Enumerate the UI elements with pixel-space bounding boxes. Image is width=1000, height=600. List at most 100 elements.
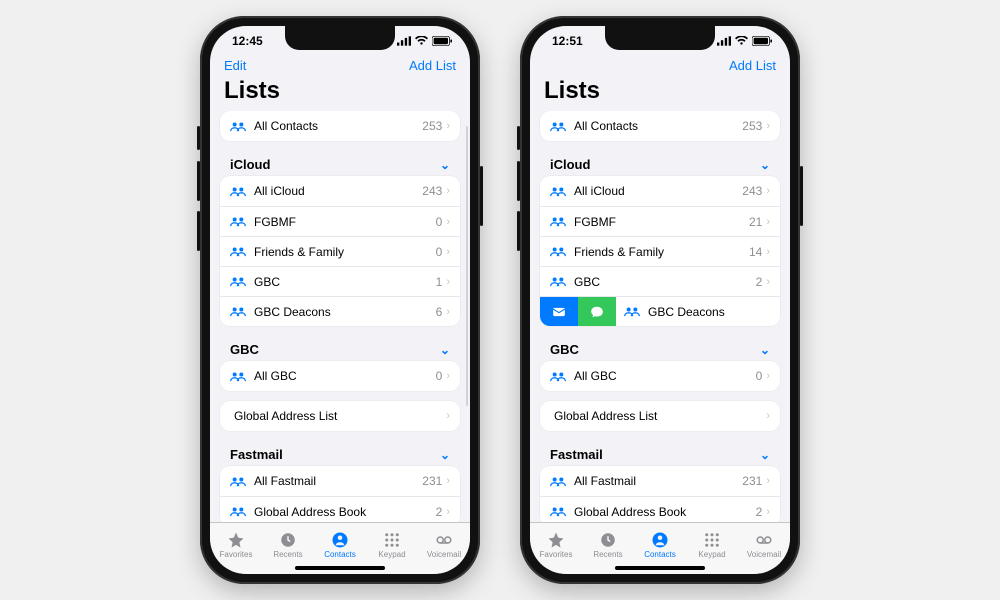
wifi-icon xyxy=(415,36,428,46)
people-icon xyxy=(230,246,246,257)
list-row[interactable]: Global Address Book 2 › xyxy=(540,496,780,522)
row-count: 231 xyxy=(742,474,762,488)
chevron-right-icon: › xyxy=(446,306,450,318)
tab-voicemail[interactable]: Voicemail xyxy=(738,531,790,559)
people-icon xyxy=(230,506,246,517)
clock-icon xyxy=(279,531,297,549)
nav-bar: Add List xyxy=(530,56,790,77)
add-list-button[interactable]: Add List xyxy=(409,58,456,73)
tab-contacts[interactable]: Contacts xyxy=(314,531,366,559)
row-label: FGBMF xyxy=(574,215,749,229)
list-row[interactable]: All iCloud 243 › xyxy=(540,176,780,206)
tab-label: Contacts xyxy=(324,550,356,559)
row-count: 243 xyxy=(422,184,442,198)
person-icon xyxy=(651,531,669,549)
tab-keypad[interactable]: Keypad xyxy=(686,531,738,559)
people-icon xyxy=(550,186,566,197)
list-row[interactable]: Friends & Family 14 › xyxy=(540,236,780,266)
list-row[interactable]: All Contacts 253 › xyxy=(220,111,460,141)
list-row[interactable]: FGBMF 21 › xyxy=(540,206,780,236)
tab-label: Voicemail xyxy=(427,550,461,559)
battery-icon xyxy=(752,36,772,46)
signal-icon xyxy=(717,36,731,46)
nav-bar: Edit Add List xyxy=(210,56,470,77)
row-label: GBC Deacons xyxy=(648,305,770,319)
tab-recents[interactable]: Recents xyxy=(582,531,634,559)
people-icon xyxy=(550,371,566,382)
phone-right: 12:51 Add List Lists All Contacts 253 › … xyxy=(520,16,800,584)
tab-favorites[interactable]: Favorites xyxy=(210,531,262,559)
people-icon xyxy=(624,306,640,317)
content-scroll[interactable]: All Contacts 253 › iCloud ⌄ All iCloud 2… xyxy=(530,111,790,522)
people-icon xyxy=(550,216,566,227)
list-row[interactable]: FGBMF 0 › xyxy=(220,206,460,236)
tab-recents[interactable]: Recents xyxy=(262,531,314,559)
tab-favorites[interactable]: Favorites xyxy=(530,531,582,559)
section-title: Fastmail xyxy=(230,447,283,462)
tab-keypad[interactable]: Keypad xyxy=(366,531,418,559)
section-title: iCloud xyxy=(550,157,590,172)
list-row-swiped[interactable]: GBC Deacons xyxy=(540,296,780,326)
chevron-right-icon: › xyxy=(446,185,450,197)
list-row[interactable]: GBC 1 › xyxy=(220,266,460,296)
tab-voicemail[interactable]: Voicemail xyxy=(418,531,470,559)
tab-label: Keypad xyxy=(378,550,405,559)
chevron-right-icon: › xyxy=(766,276,770,288)
content-scroll[interactable]: All Contacts 253 › iCloud ⌄ All iCloud 2… xyxy=(210,111,470,522)
section-header[interactable]: GBC ⌄ xyxy=(220,332,460,361)
list-row[interactable]: All Fastmail 231 › xyxy=(220,466,460,496)
row-label: Global Address Book xyxy=(254,505,436,519)
section-header[interactable]: Fastmail ⌄ xyxy=(540,437,780,466)
row-count: 1 xyxy=(436,275,443,289)
chevron-right-icon: › xyxy=(766,216,770,228)
chevron-right-icon: › xyxy=(446,276,450,288)
row-count: 14 xyxy=(749,245,762,259)
clock-icon xyxy=(599,531,617,549)
people-icon xyxy=(550,246,566,257)
people-icon xyxy=(230,476,246,487)
keypad-icon xyxy=(703,531,721,549)
section-header[interactable]: iCloud ⌄ xyxy=(220,147,460,176)
tab-label: Contacts xyxy=(644,550,676,559)
people-icon xyxy=(230,306,246,317)
chevron-right-icon: › xyxy=(766,475,770,487)
status-icons xyxy=(717,36,772,46)
star-icon xyxy=(227,531,245,549)
list-row[interactable]: All Contacts 253 › xyxy=(540,111,780,141)
list-row[interactable]: GBC Deacons 6 › xyxy=(220,296,460,326)
edit-button[interactable]: Edit xyxy=(224,58,246,73)
row-label: GBC xyxy=(574,275,756,289)
swipe-message-button[interactable] xyxy=(578,297,616,326)
section-header[interactable]: iCloud ⌄ xyxy=(540,147,780,176)
list-row[interactable]: Global Address List › xyxy=(220,401,460,431)
list-row[interactable]: GBC 2 › xyxy=(540,266,780,296)
list-row[interactable]: All GBC 0 › xyxy=(220,361,460,391)
chevron-right-icon: › xyxy=(446,506,450,518)
list-row[interactable]: All iCloud 243 › xyxy=(220,176,460,206)
section-header[interactable]: GBC ⌄ xyxy=(540,332,780,361)
section-title: iCloud xyxy=(230,157,270,172)
row-label: GBC xyxy=(254,275,436,289)
tab-label: Recents xyxy=(593,550,622,559)
swipe-mail-button[interactable] xyxy=(540,297,578,326)
chevron-right-icon: › xyxy=(766,246,770,258)
list-row[interactable]: Global Address Book 2 › xyxy=(220,496,460,522)
all-contacts-card: All Contacts 253 › xyxy=(220,111,460,141)
row-count: 6 xyxy=(436,305,443,319)
row-count: 0 xyxy=(436,245,443,259)
list-row[interactable]: All GBC 0 › xyxy=(540,361,780,391)
list-row[interactable]: All Fastmail 231 › xyxy=(540,466,780,496)
list-row[interactable]: Global Address List › xyxy=(540,401,780,431)
section-card: All GBC 0 › xyxy=(220,361,460,391)
row-count: 2 xyxy=(436,505,443,519)
add-list-button[interactable]: Add List xyxy=(729,58,776,73)
section-header[interactable]: Fastmail ⌄ xyxy=(220,437,460,466)
tab-label: Keypad xyxy=(698,550,725,559)
chevron-right-icon: › xyxy=(446,370,450,382)
row-count: 2 xyxy=(756,275,763,289)
chevron-right-icon: › xyxy=(766,185,770,197)
status-time: 12:45 xyxy=(232,34,263,48)
people-icon xyxy=(230,276,246,287)
list-row[interactable]: Friends & Family 0 › xyxy=(220,236,460,266)
tab-contacts[interactable]: Contacts xyxy=(634,531,686,559)
